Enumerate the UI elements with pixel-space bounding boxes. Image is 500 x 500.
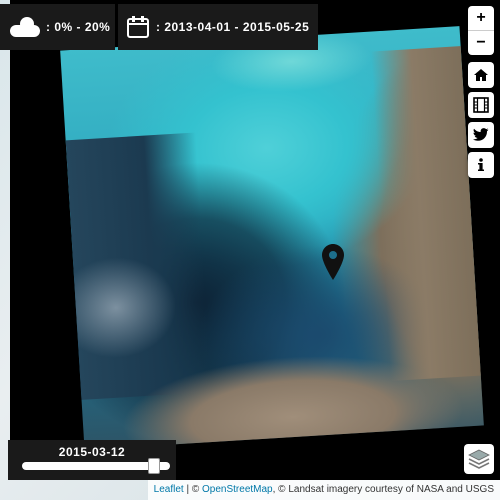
info-button[interactable] [468, 152, 494, 178]
timeline-slider-handle[interactable] [148, 458, 161, 474]
animation-button[interactable] [468, 92, 494, 118]
cloud-filter-label: : 0% - 20% [46, 20, 111, 34]
cloud-cover [62, 243, 190, 371]
twitter-button[interactable] [468, 122, 494, 148]
timeline-date: 2015-03-12 [58, 445, 126, 459]
cloud-icon [10, 17, 40, 37]
twitter-icon [473, 128, 489, 141]
calendar-icon [127, 16, 149, 38]
cloud-filter-control[interactable]: : 0% - 20% [0, 4, 115, 50]
layers-icon [468, 449, 490, 469]
satellite-scene[interactable] [60, 26, 484, 450]
openstreetmap-link[interactable]: OpenStreetMap [202, 484, 273, 495]
timeline-slider[interactable] [22, 458, 170, 474]
zoom-control: + − [468, 6, 494, 55]
info-icon [478, 158, 484, 171]
attribution-separator: | © [183, 484, 203, 495]
date-range-control[interactable]: : 2013-04-01 - 2015-05-25 [118, 4, 318, 50]
date-range-label: : 2013-04-01 - 2015-05-25 [156, 20, 310, 34]
film-icon [473, 97, 489, 113]
zoom-out-button[interactable]: − [468, 30, 494, 55]
timeline-panel: 2015-03-12 [8, 440, 176, 480]
home-icon [474, 69, 488, 81]
zoom-in-button[interactable]: + [468, 6, 494, 30]
attribution-text: , © Landsat imagery courtesy of NASA and… [272, 484, 494, 495]
leaflet-link[interactable]: Leaflet [154, 484, 184, 495]
location-marker-icon[interactable] [322, 244, 344, 280]
attribution: Leaflet | © OpenStreetMap, © Landsat ima… [147, 480, 500, 500]
home-button[interactable] [468, 62, 494, 88]
layers-button[interactable] [464, 444, 494, 474]
